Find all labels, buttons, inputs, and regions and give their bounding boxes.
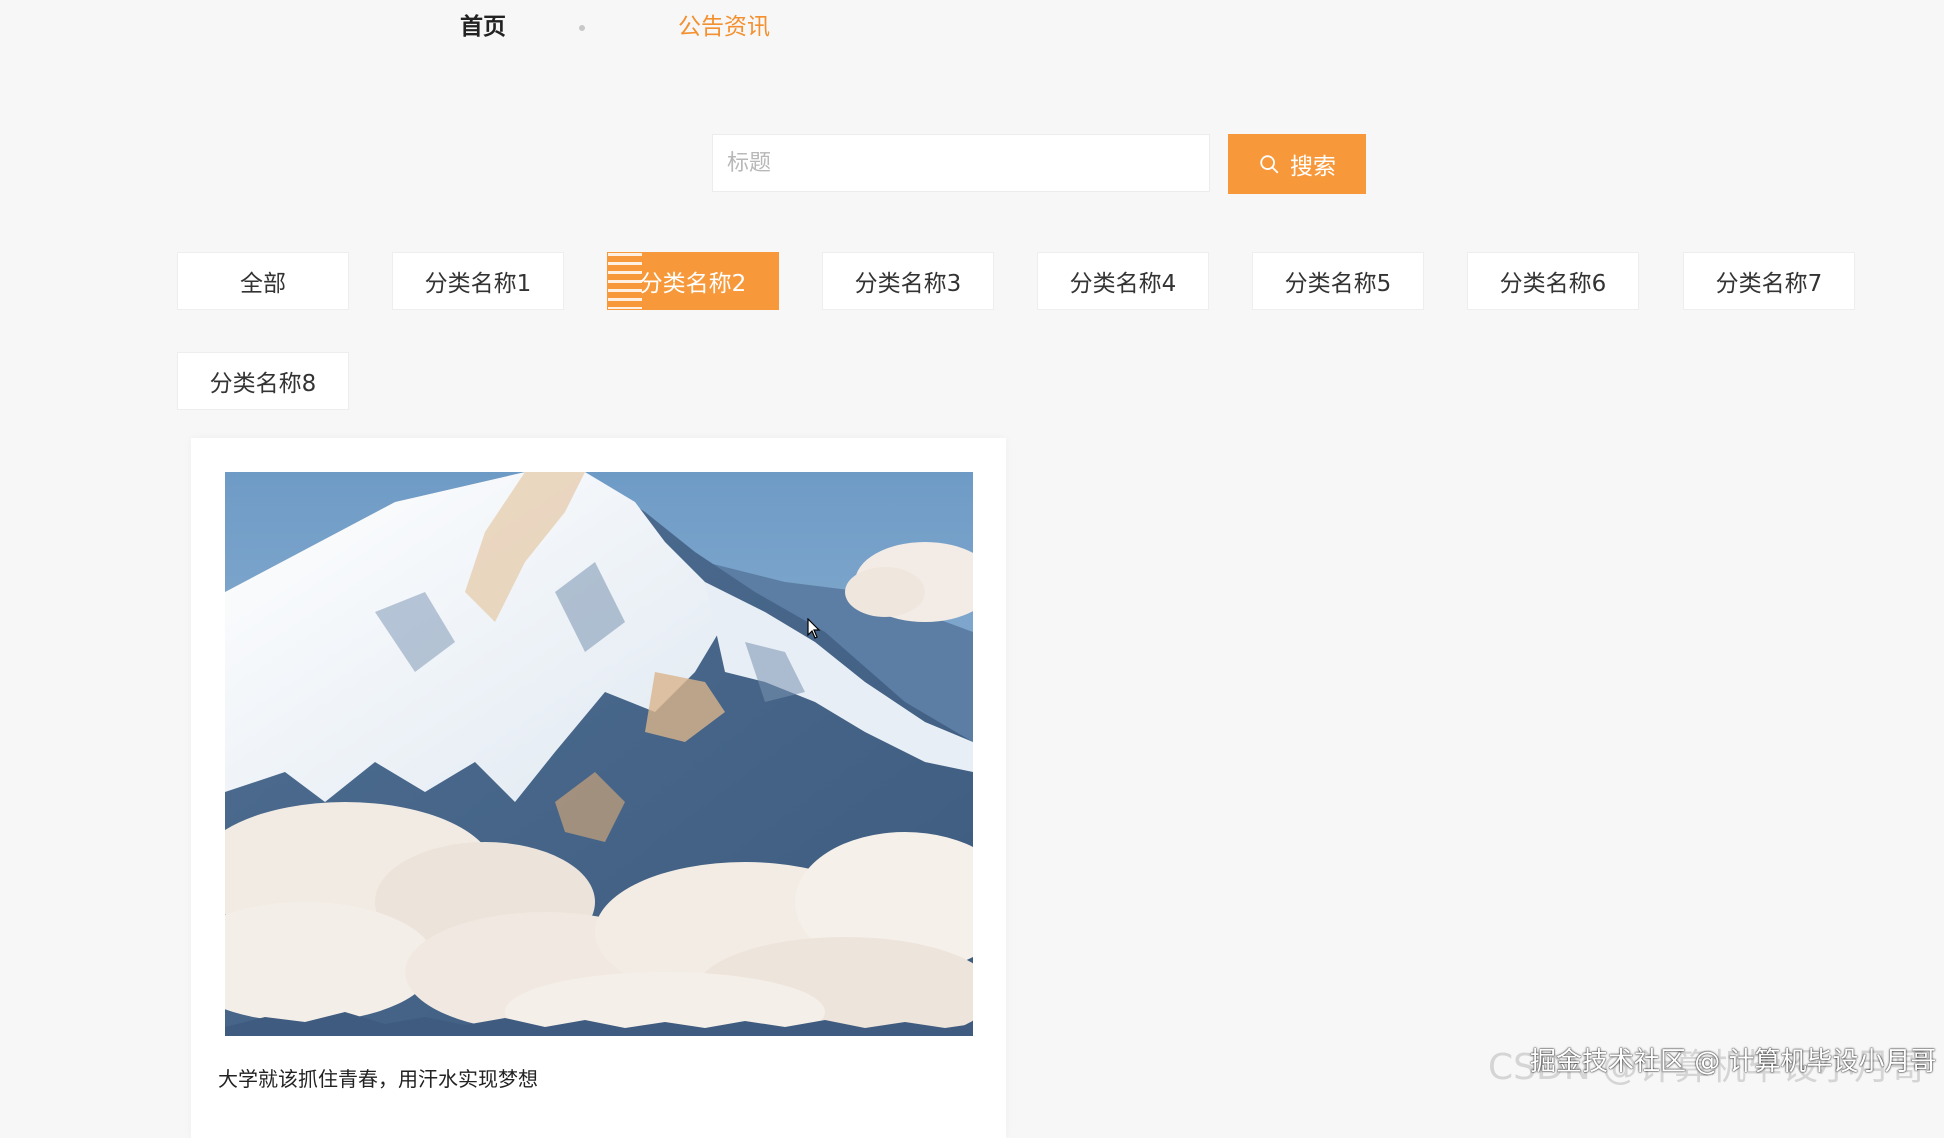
category-tab-1[interactable]: 分类名称1 bbox=[392, 252, 564, 310]
category-tab-4[interactable]: 分类名称4 bbox=[1037, 252, 1209, 310]
category-tab-8[interactable]: 分类名称8 bbox=[177, 352, 349, 410]
category-tab-label: 分类名称3 bbox=[854, 271, 962, 297]
category-tab-label: 分类名称7 bbox=[1715, 271, 1823, 297]
category-tab-label: 分类名称8 bbox=[209, 371, 317, 397]
article-title[interactable]: 大学就该抓住青春，用汗水实现梦想 bbox=[218, 1065, 538, 1093]
nav-home-link[interactable]: 首页 bbox=[460, 12, 506, 42]
category-tab-label: 全部 bbox=[240, 271, 286, 297]
active-stripes-decoration bbox=[608, 253, 642, 309]
category-tab-label: 分类名称2 bbox=[639, 271, 747, 297]
article-card[interactable]: 大学就该抓住青春，用汗水实现梦想 bbox=[191, 438, 1006, 1138]
category-tab-label: 分类名称4 bbox=[1069, 271, 1177, 297]
category-tab-7[interactable]: 分类名称7 bbox=[1683, 252, 1855, 310]
category-tab-label: 分类名称5 bbox=[1284, 271, 1392, 297]
search-icon bbox=[1260, 155, 1279, 174]
search-button[interactable]: 搜索 bbox=[1228, 134, 1366, 194]
watermark-primary: 掘金技术社区 @ 计算机毕设小月哥 bbox=[1530, 1047, 1937, 1077]
category-tab-5[interactable]: 分类名称5 bbox=[1252, 252, 1424, 310]
category-tab-label: 分类名称6 bbox=[1499, 271, 1607, 297]
article-cover-image[interactable] bbox=[225, 472, 973, 1036]
mouse-cursor-icon bbox=[807, 618, 821, 639]
nav-separator-dot bbox=[579, 25, 585, 31]
category-tab-3[interactable]: 分类名称3 bbox=[822, 252, 994, 310]
category-tab-6[interactable]: 分类名称6 bbox=[1467, 252, 1639, 310]
category-tab-label: 分类名称1 bbox=[424, 271, 532, 297]
search-button-label: 搜索 bbox=[1290, 154, 1336, 180]
search-input[interactable] bbox=[712, 134, 1210, 192]
category-tab-all[interactable]: 全部 bbox=[177, 252, 349, 310]
category-tab-2-active[interactable]: 分类名称2 bbox=[607, 252, 779, 310]
top-nav: 首页 公告资讯 bbox=[0, 0, 1944, 56]
nav-notice-link[interactable]: 公告资讯 bbox=[678, 12, 770, 42]
